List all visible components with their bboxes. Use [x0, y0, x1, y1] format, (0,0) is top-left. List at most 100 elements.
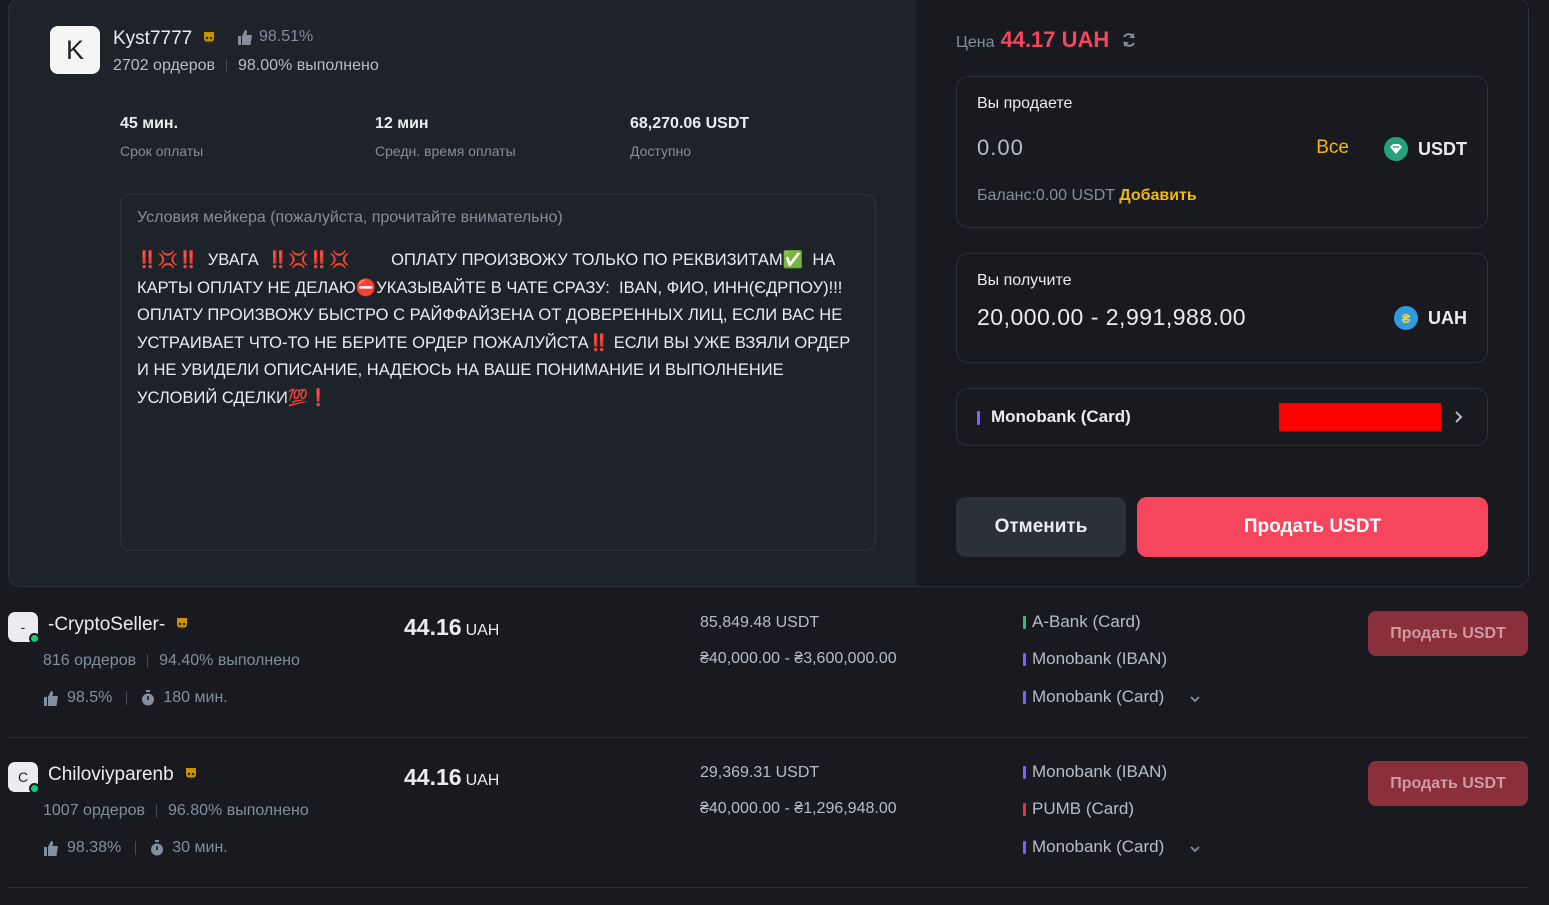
- timer-icon: [151, 840, 164, 856]
- refresh-icon[interactable]: [1121, 32, 1137, 48]
- thumbs-up-icon: [44, 840, 58, 856]
- metric-value: 12 мин: [375, 115, 429, 132]
- advertiser-name[interactable]: Chiloviyparenb: [48, 764, 174, 786]
- sell-coin-label: USDT: [1418, 138, 1467, 159]
- stats-divider: [135, 841, 137, 855]
- method-color-bar: [1023, 652, 1026, 666]
- payment-method-color-bar: [977, 411, 980, 425]
- ad-available: 29,369.31 USDT: [700, 764, 820, 781]
- chevron-down-icon[interactable]: [1189, 845, 1201, 853]
- sell-label: Вы продаете: [977, 95, 1073, 112]
- maker-rating-value: 98.51%: [259, 28, 314, 45]
- payment-method-item: Monobank (Card): [1023, 687, 1164, 707]
- metric-label: Средн. время оплаты: [375, 143, 516, 159]
- receive-coin-label: UAH: [1428, 307, 1467, 328]
- online-indicator: [29, 633, 40, 644]
- terms-title: Условия мейкера (пожалуйста, прочитайте …: [137, 209, 563, 226]
- sell-amount-input[interactable]: 0.00: [977, 135, 1024, 161]
- thumbs-up-icon: [238, 29, 252, 45]
- advertiser-stats: 1007 ордеров 96.80% выполнено: [43, 802, 309, 820]
- ad-available: 85,849.48 USDT: [700, 614, 820, 631]
- maker-orders: 2702 ордеров: [113, 57, 215, 74]
- uah-icon: ₴: [1394, 306, 1418, 330]
- advertiser-orders: 1007 ордеров: [43, 802, 145, 819]
- balance-text: Баланс:0.00 USDT: [977, 187, 1115, 204]
- maker-name[interactable]: Kyst7777: [113, 28, 192, 50]
- cancel-button[interactable]: Отменить: [956, 497, 1126, 557]
- row-divider: [8, 887, 1529, 888]
- payment-method-name: Monobank (Card): [991, 407, 1131, 426]
- stats-divider: [156, 804, 157, 818]
- payment-method-item: Monobank (Card): [1023, 837, 1164, 857]
- payment-method-item: Monobank (IBAN): [1023, 649, 1167, 669]
- ad-limit: ₴40,000.00 - ₴3,600,000.00: [700, 650, 897, 667]
- ad-row: - -CryptoSeller- 816 ордеров 94.40% выпо…: [0, 588, 1549, 738]
- receive-amount: 20,000.00 - 2,991,988.00: [977, 304, 1247, 330]
- metric-label: Срок оплаты: [120, 143, 204, 159]
- price-label: Цена: [956, 34, 995, 51]
- method-color-bar: [1023, 690, 1026, 704]
- receive-amount-box[interactable]: Вы получите 20,000.00 - 2,991,988.00 ₴ U…: [956, 253, 1488, 363]
- method-color-bar: [1023, 802, 1026, 816]
- advertiser-rating-row: 98.38% 30 мин.: [43, 839, 228, 857]
- sell-coin: USDT: [1384, 137, 1467, 161]
- advertiser-name-row: Chiloviyparenb: [48, 764, 198, 786]
- add-funds-link[interactable]: Добавить: [1119, 187, 1197, 204]
- online-indicator: [29, 783, 40, 794]
- advertiser-avatar[interactable]: C: [8, 762, 40, 794]
- sell-amount-box[interactable]: Вы продаете 0.00 Все USDT Баланс:0.00 US…: [956, 76, 1488, 228]
- terms-text: ‼️💢‼️ УВАГА ‼️💢‼️💢 ОПЛАТУ ПРОИЗВОЖУ ТОЛЬ…: [137, 251, 866, 407]
- method-color-bar: [1023, 615, 1026, 629]
- maker-rating: 98.51%: [237, 28, 313, 46]
- ad-price-value: 44.16: [404, 764, 462, 790]
- ad-price-currency: UAH: [465, 622, 500, 639]
- maker-completion: 98.00% выполнено: [238, 57, 379, 74]
- advertiser-pay-time: 180 мин.: [163, 689, 228, 706]
- sell-usdt-button[interactable]: Продать USDT: [1368, 761, 1528, 806]
- maker-info-pane: K Kyst7777 98.51% 2702 ордеров 98.00% вы…: [9, 0, 916, 586]
- advertiser-avatar[interactable]: -: [8, 612, 40, 644]
- usdt-icon: [1384, 137, 1408, 161]
- maker-avatar: K: [50, 26, 100, 74]
- method-label: Monobank (Card): [1032, 837, 1165, 856]
- advertiser-completion: 94.40% выполнено: [159, 652, 300, 669]
- advertiser-completion: 96.80% выполнено: [168, 802, 309, 819]
- chevron-down-icon[interactable]: [1189, 695, 1201, 703]
- ad-price-currency: UAH: [465, 772, 500, 789]
- sell-usdt-button[interactable]: Продать USDT: [1137, 497, 1488, 557]
- receive-label: Вы получите: [977, 272, 1072, 289]
- metric-value: 68,270.06 USDT: [630, 115, 750, 132]
- metric-label: Доступно: [630, 143, 692, 159]
- chevron-right-icon: [1455, 411, 1463, 423]
- price-row: Цена 44.17 UAH: [956, 27, 1137, 53]
- advertiser-name[interactable]: -CryptoSeller-: [48, 614, 165, 636]
- method-color-bar: [1023, 840, 1026, 854]
- redacted-account: [1279, 403, 1441, 431]
- merchant-badge-icon: [204, 32, 215, 43]
- avatar-letter: -: [20, 619, 26, 635]
- advertiser-rating: 98.5%: [67, 689, 113, 706]
- method-color-bar: [1023, 765, 1026, 779]
- order-detail-card: K Kyst7777 98.51% 2702 ордеров 98.00% вы…: [8, 0, 1529, 587]
- ad-limit: ₴40,000.00 - ₴1,296,948.00: [700, 800, 897, 817]
- maker-terms-box[interactable]: Условия мейкера (пожалуйста, прочитайте …: [120, 194, 876, 551]
- all-button[interactable]: Все: [1316, 137, 1349, 159]
- timer-icon: [142, 690, 155, 706]
- advertiser-rating: 98.38%: [67, 839, 122, 856]
- price-value: 44.17 UAH: [1000, 27, 1110, 52]
- stats-divider: [226, 59, 227, 73]
- thumbs-up-icon: [44, 690, 58, 706]
- sell-usdt-button[interactable]: Продать USDT: [1368, 611, 1528, 656]
- method-label: Monobank (Card): [1032, 687, 1165, 706]
- ad-price-value: 44.16: [404, 614, 462, 640]
- merchant-badge-icon: [177, 618, 188, 629]
- merchant-badge-icon: [185, 768, 196, 779]
- maker-name-row: Kyst7777: [113, 28, 216, 50]
- method-label: Monobank (IBAN): [1032, 762, 1168, 781]
- stats-divider: [147, 654, 149, 668]
- advertiser-rating-row: 98.5% 180 мин.: [43, 689, 228, 707]
- payment-method-select[interactable]: Monobank (Card): [956, 388, 1488, 446]
- method-label: PUMB (Card): [1032, 799, 1135, 818]
- metric-payment-window: 45 мин. Срок оплаты: [120, 115, 203, 159]
- metric-value: 45 мин.: [120, 115, 179, 132]
